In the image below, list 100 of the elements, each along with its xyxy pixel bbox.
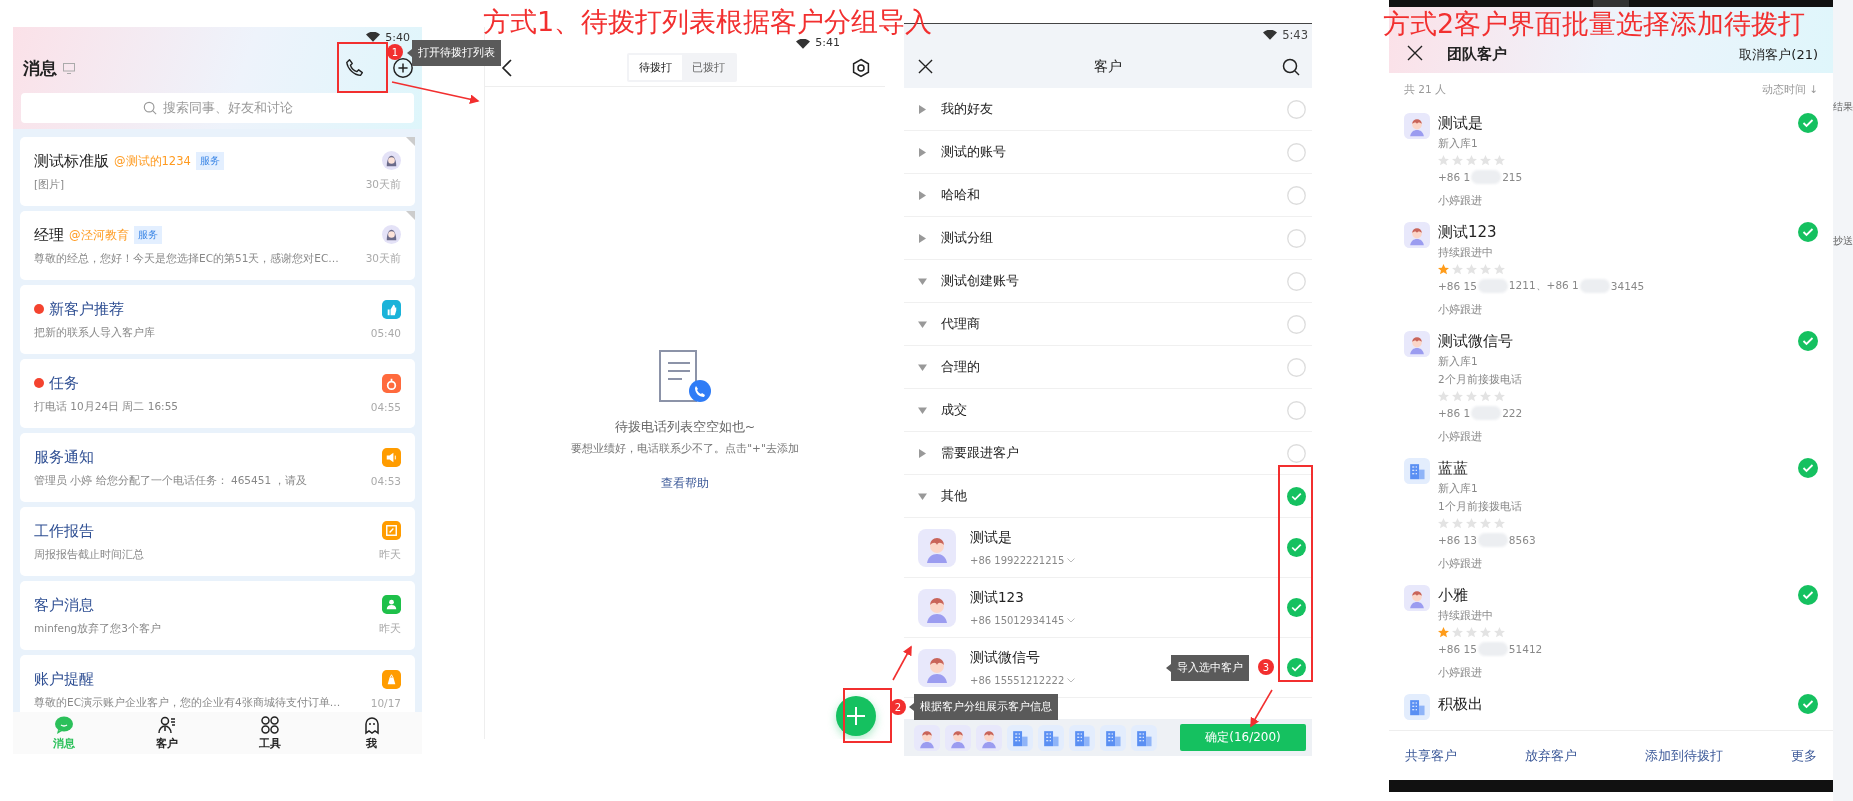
tab[interactable]: 待拨打	[629, 55, 682, 80]
customer-status: 持续跟进中	[1438, 609, 1494, 623]
chevron-down-icon[interactable]	[1067, 618, 1076, 623]
star-icon	[1438, 155, 1449, 166]
checkbox[interactable]	[1287, 99, 1306, 119]
annotation-arrow	[1250, 689, 1273, 728]
star-icon	[1494, 627, 1505, 638]
expand-triangle-icon[interactable]	[918, 147, 927, 157]
checkbox[interactable]	[1798, 113, 1818, 133]
conversation-title: 经理	[34, 225, 64, 245]
message-card[interactable]: 经理 @泾河教育 服务 尊敬的经总，您好！今天是您选择EC的第51天，感谢您对EC… 30天前	[20, 211, 415, 280]
chevron-down-icon[interactable]	[1067, 558, 1076, 563]
message-card[interactable]: 服务通知 管理员 小婷 给您分配了一个电话任务： 465451 ，请及 04:53	[20, 433, 415, 502]
mention-text: @泾河教育	[69, 227, 129, 243]
group-name: 我的好友	[941, 100, 994, 118]
expand-triangle-icon[interactable]	[918, 104, 927, 114]
message-time: 10/17	[370, 697, 401, 709]
back-icon[interactable]	[501, 58, 513, 77]
checkbox[interactable]	[1287, 271, 1306, 291]
message-time: 昨天	[379, 622, 401, 636]
message-card[interactable]: 新客户推荐 把新的联系人导入客户库 05:40	[20, 285, 415, 354]
checkbox[interactable]	[1798, 585, 1818, 605]
expand-triangle-icon[interactable]	[918, 319, 927, 329]
expand-triangle-icon[interactable]	[918, 405, 927, 415]
checkbox[interactable]	[1287, 658, 1306, 677]
close-icon[interactable]	[918, 59, 933, 74]
checkbox[interactable]	[1287, 400, 1306, 420]
star-icon	[1480, 391, 1491, 402]
expand-triangle-icon[interactable]	[918, 448, 927, 458]
expand-triangle-icon[interactable]	[918, 362, 927, 372]
search-placeholder: 搜索同事、好友和讨论	[162, 99, 293, 117]
action-link[interactable]: 共享客户	[1405, 746, 1457, 765]
add-icon[interactable]	[392, 57, 414, 79]
star-icon	[1466, 627, 1477, 638]
checkbox[interactable]	[1287, 538, 1306, 557]
action-link[interactable]: 添加到待拨打	[1645, 746, 1723, 765]
owner-text: 小婷跟进	[1438, 303, 1483, 317]
checkbox[interactable]	[1287, 185, 1306, 205]
tooltip: 导入选中客户	[1166, 655, 1249, 681]
expand-triangle-icon[interactable]	[918, 233, 927, 243]
message-time: 30天前	[365, 252, 401, 266]
nav-tab[interactable]: 我	[351, 715, 392, 751]
checkbox[interactable]	[1287, 598, 1306, 617]
phone-fragment: 51412	[1508, 643, 1543, 655]
expand-triangle-icon[interactable]	[918, 190, 927, 200]
phone-fragment: 34145	[1610, 280, 1645, 292]
checkbox[interactable]	[1287, 228, 1306, 248]
chevron-down-icon[interactable]	[1067, 678, 1076, 683]
conversation-title: 账户提醒	[34, 669, 94, 689]
person-avatar-icon	[1404, 585, 1430, 611]
person-avatar-icon	[1404, 222, 1430, 248]
message-card[interactable]: 任务 打电话 10月24日 周二 16:55 04:55	[20, 359, 415, 428]
message-card[interactable]: 客户消息 minfeng放弃了您3个客户 昨天	[20, 581, 415, 650]
annotation-title: 方式2客户界面批量选择添加待拨打	[1383, 8, 1806, 40]
settings-icon[interactable]	[851, 57, 871, 78]
nav-tab[interactable]: 客户	[146, 715, 189, 751]
status-time: 5:40	[385, 30, 410, 44]
checkbox[interactable]	[1287, 142, 1306, 162]
close-icon[interactable]	[1407, 45, 1423, 61]
action-link[interactable]: 放弃客户	[1525, 746, 1577, 765]
person-avatar-icon	[1404, 331, 1430, 357]
nav-tab[interactable]: 工具	[248, 715, 291, 751]
search-icon[interactable]	[1282, 57, 1300, 76]
checkbox[interactable]	[1287, 357, 1306, 377]
person-avatar-icon	[1404, 113, 1430, 139]
message-card[interactable]: 工作报告 周报报告截止时间汇总 昨天	[20, 507, 415, 576]
add-button[interactable]	[836, 696, 876, 736]
checkbox[interactable]	[1798, 458, 1818, 478]
phone-fragment: 1211、+86 1	[1508, 279, 1579, 293]
checkbox[interactable]	[1287, 443, 1306, 463]
help-link[interactable]: 查看帮助	[661, 476, 709, 491]
customer-status: 新入库1	[1438, 355, 1479, 369]
message-card[interactable]: 测试标准版 @测试的1234 服务 [图片] 30天前	[20, 137, 415, 206]
checkbox[interactable]	[1798, 331, 1818, 351]
phone-fragment: +86 15	[1438, 643, 1477, 655]
expand-triangle-icon[interactable]	[918, 491, 927, 501]
checkbox[interactable]	[1287, 486, 1306, 506]
checkbox[interactable]	[1798, 694, 1818, 714]
star-icon	[1494, 391, 1505, 402]
cancel-button[interactable]: 取消客户(21)	[1739, 46, 1818, 64]
star-icon	[1438, 518, 1449, 529]
star-icon	[1438, 264, 1449, 275]
action-link[interactable]: 更多	[1791, 746, 1817, 765]
building-avatar-icon	[1404, 694, 1430, 720]
document-phone-icon	[658, 349, 712, 405]
message-card[interactable]: 账户提醒 尊敬的EC演示账户企业客户，您的企业有4张商城待支付订单… 10/17	[20, 655, 415, 712]
group-name: 测试的账号	[941, 143, 1007, 161]
mention-text: @测试的1234	[114, 153, 191, 169]
message-preview: 尊敬的EC演示账户企业客户，您的企业有4张商城待支付订单…	[34, 695, 342, 710]
phone-number: +86 19922221215	[970, 555, 1065, 566]
star-icon	[1466, 155, 1477, 166]
message-time: 05:40	[370, 327, 401, 339]
checkbox[interactable]	[1287, 314, 1306, 334]
expand-triangle-icon[interactable]	[918, 276, 927, 286]
group-name: 哈哈和	[941, 186, 981, 204]
tab[interactable]: 已拨打	[682, 55, 735, 80]
checkbox[interactable]	[1798, 222, 1818, 242]
conversation-title: 测试标准版	[34, 151, 109, 171]
message-preview: minfeng放弃了您3个客户	[34, 621, 162, 636]
phone-icon[interactable]	[344, 57, 366, 79]
